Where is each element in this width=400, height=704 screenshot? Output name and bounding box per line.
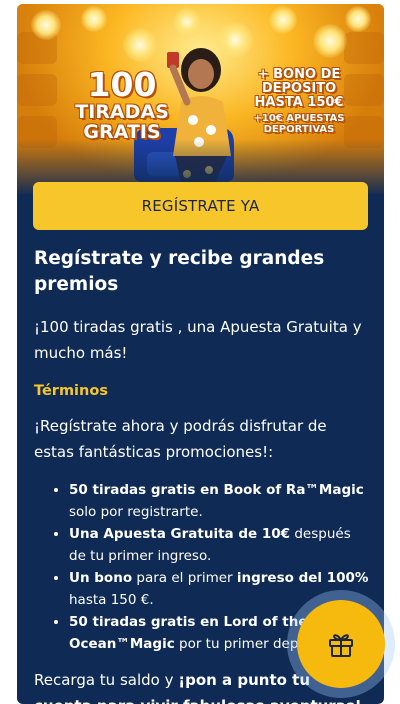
benefit-bold: Un bono	[69, 570, 133, 586]
promo-right-line-2: DEPÓSITO	[261, 81, 337, 96]
promo-right-line-3: HASTA 150€	[254, 95, 344, 110]
deposit-bonus-promo: + BONO DE DEPÓSITO HASTA 150€ +10€ APUES…	[239, 67, 359, 136]
benefit-text: para el primer	[132, 570, 237, 586]
benefit-bold: 50 tiradas gratis en Book of Ra™Magic	[69, 482, 364, 498]
promo-left-line-2: TIRADAS	[75, 101, 169, 123]
page-title: Regístrate y recibe grandes premios	[34, 248, 325, 295]
promo-right-line-5: DEPORTIVAS	[263, 124, 335, 135]
closing-plain: Recarga tu saldo y	[34, 671, 179, 689]
gift-button[interactable]	[297, 600, 385, 688]
register-button[interactable]: REGÍSTRATE YA	[33, 182, 368, 230]
lead-text: ¡100 tiradas gratis , una Apuesta Gratui…	[34, 318, 362, 362]
promo-left-line-1: 100	[87, 65, 157, 104]
free-spins-promo: 100 TIRADAS GRATIS	[67, 65, 177, 143]
promo-right-line-4: +10€ APUESTAS	[253, 113, 345, 124]
list-item: 50 tiradas gratis en Book of Ra™Magic so…	[69, 479, 370, 523]
hero-banner: 100 TIRADAS GRATIS + BONO DE DEPÓSITO HA…	[17, 4, 384, 194]
benefit-text: hasta 150 €.	[69, 592, 154, 608]
intro-text: ¡Regístrate ahora y podrás disfrutar de …	[34, 417, 327, 461]
terms-link[interactable]: Términos	[34, 383, 370, 399]
benefit-bold: Una Apuesta Gratuita de 10€	[69, 526, 291, 542]
gift-icon	[329, 634, 353, 657]
benefit-bold: ingreso del 100%	[236, 570, 369, 586]
benefit-text: solo por registrarte.	[69, 504, 203, 520]
list-item: Una Apuesta Gratuita de 10€ después de t…	[69, 523, 370, 567]
promo-right-line-1: + BONO DE	[257, 67, 341, 82]
